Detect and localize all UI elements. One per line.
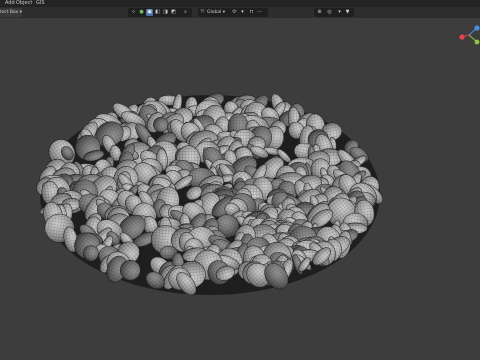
proportional-edit-icon[interactable]: ⊕ — [316, 9, 323, 16]
transform-orientation-icon[interactable]: ⤧ — [199, 9, 206, 16]
cursor-icon[interactable]: ⊹ — [130, 9, 137, 16]
selection-tools-group: ⊹ ● ▣ ◧ ◨ ◩ ⌕ — [128, 8, 192, 17]
orientation-dropdown[interactable]: Global ▾ — [207, 8, 225, 17]
snap-target-icon[interactable]: ⋯ — [256, 9, 263, 16]
filter-icon[interactable]: ▼ — [344, 9, 351, 16]
pivot-point-icon[interactable]: ⟳ — [231, 9, 238, 16]
magnet-icon[interactable]: ⊓ — [248, 9, 255, 16]
chevron-down-icon[interactable]: ▾ — [239, 9, 246, 16]
select-invert-icon[interactable]: ◩ — [170, 9, 177, 16]
transform-tools-group: ⤧ Global ▾ ⟳ ▾ ⊓ ⋯ — [198, 8, 268, 17]
select-box-icon[interactable]: ▣ — [146, 9, 153, 16]
overlay-icon[interactable]: ◎ — [326, 9, 333, 16]
menu-item-object[interactable]: Object — [16, 0, 32, 7]
select-mode-dropdown[interactable]: lect Box ▾ — [0, 8, 22, 17]
3d-viewport[interactable] — [0, 18, 480, 360]
menu-item-gis[interactable]: GIS — [36, 0, 45, 7]
select-extend-icon[interactable]: ◧ — [154, 9, 161, 16]
gizmo-toggle-icon[interactable]: ▾ — [336, 9, 343, 16]
pile-of-spherical-caps-mesh — [36, 92, 384, 296]
menu-item-add[interactable]: Add — [5, 0, 15, 7]
overlay-tools-group: ⊕ ◎ ▾ ▼ — [314, 8, 354, 17]
visibility-icon[interactable]: ● — [138, 9, 145, 16]
select-subtract-icon[interactable]: ◨ — [162, 9, 169, 16]
menu-bar: Add Object GIS — [0, 0, 480, 7]
search-icon[interactable]: ⌕ — [182, 9, 189, 16]
